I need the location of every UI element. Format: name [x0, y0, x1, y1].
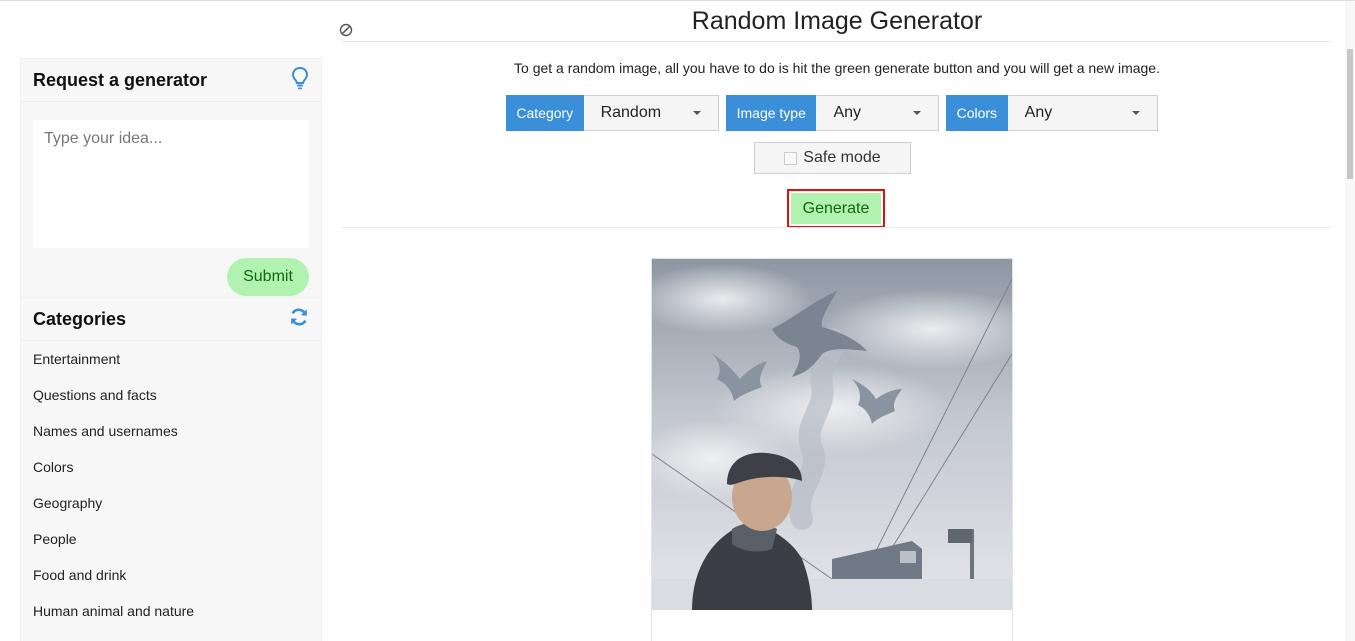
categories-header: Categories — [21, 298, 321, 341]
category-item-people[interactable]: People — [21, 521, 321, 557]
categories-card: Categories Entertainment Questions and f… — [20, 297, 322, 641]
category-item-names-and-usernames[interactable]: Names and usernames — [21, 413, 321, 449]
category-item-numbers[interactable]: Numbers — [21, 629, 321, 641]
colors-select-value: Any — [1024, 104, 1053, 121]
generate-highlight: Generate — [787, 189, 885, 228]
categories-title: Categories — [33, 308, 127, 329]
category-item-food-and-drink[interactable]: Food and drink — [21, 557, 321, 593]
colors-filter-label: Colors — [946, 95, 1008, 131]
intro-text: To get a random image, all you have to d… — [514, 60, 1160, 76]
scrollbar[interactable] — [1345, 1, 1355, 641]
request-generator-card: Request a generator Submit — [20, 58, 322, 298]
generate-button[interactable]: Generate — [791, 193, 881, 224]
scrollbar-thumb[interactable] — [1347, 49, 1353, 179]
generated-image — [652, 259, 1012, 610]
submit-button[interactable]: Submit — [227, 258, 309, 296]
category-item-human-animal-and-nature[interactable]: Human animal and nature — [21, 593, 321, 629]
image-type-filter: Image type Any — [726, 95, 939, 131]
caret-down-icon — [1132, 111, 1140, 115]
main-content: Random Image Generator To get a random i… — [339, 1, 1332, 641]
caret-down-icon — [693, 111, 701, 115]
safe-mode-toggle[interactable]: Safe mode — [754, 142, 911, 174]
category-select-value: Random — [600, 104, 662, 121]
safe-mode-checkbox[interactable] — [784, 151, 798, 165]
category-item-questions-and-facts[interactable]: Questions and facts — [21, 377, 321, 413]
title-row: Random Image Generator — [339, 1, 1332, 42]
generated-image-card — [651, 258, 1013, 641]
image-type-filter-label: Image type — [726, 95, 817, 131]
colors-filter: Colors Any — [946, 95, 1158, 131]
page-title: Random Image Generator — [691, 7, 983, 35]
divider — [342, 227, 1332, 228]
refresh-icon[interactable] — [289, 307, 309, 332]
colors-select[interactable]: Any — [1008, 96, 1157, 130]
request-generator-header: Request a generator — [21, 59, 321, 102]
category-item-colors[interactable]: Colors — [21, 449, 321, 485]
safe-mode-label: Safe mode — [803, 149, 881, 166]
categories-list: Entertainment Questions and facts Names … — [21, 341, 321, 641]
category-filter: Category Random — [506, 95, 719, 131]
sidebar: Request a generator Submit Categories — [20, 58, 322, 641]
category-filter-label: Category — [506, 95, 584, 131]
page: Request a generator Submit Categories — [0, 0, 1355, 641]
idea-input[interactable] — [33, 120, 309, 248]
request-generator-title: Request a generator — [33, 69, 208, 90]
category-select[interactable]: Random — [584, 96, 718, 130]
image-type-select[interactable]: Any — [816, 96, 938, 130]
image-type-select-value: Any — [833, 104, 862, 121]
caret-down-icon — [913, 111, 921, 115]
category-item-entertainment[interactable]: Entertainment — [21, 341, 321, 377]
lightbulb-icon — [291, 66, 309, 95]
category-item-geography[interactable]: Geography — [21, 485, 321, 521]
